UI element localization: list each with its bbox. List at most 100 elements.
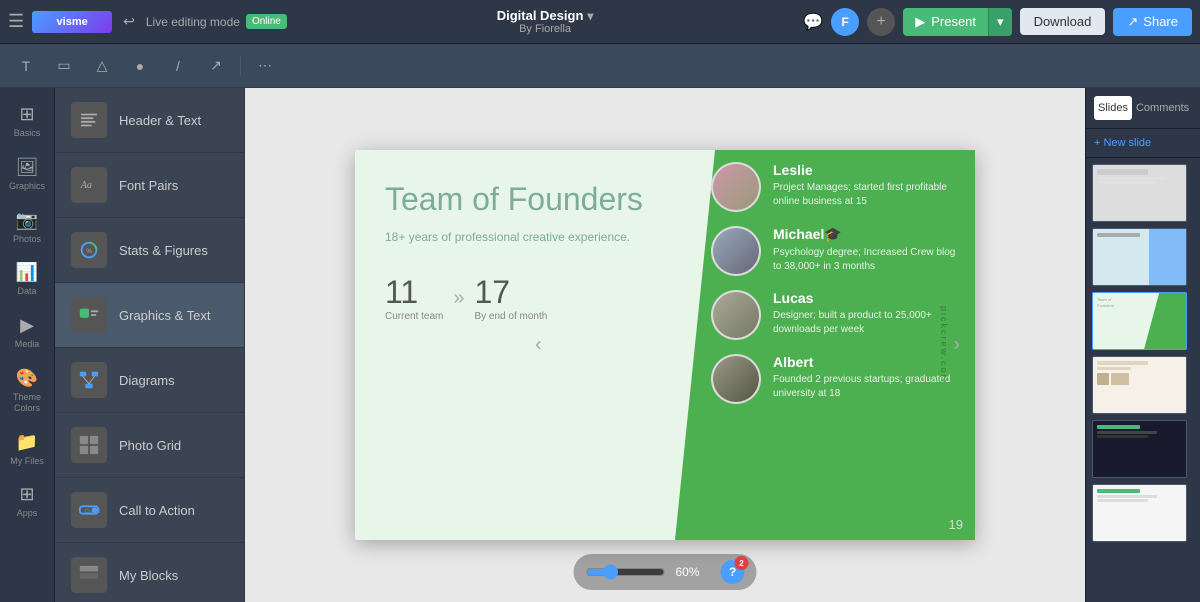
person-avatar-lucas (711, 290, 761, 340)
photo-grid-icon (71, 427, 107, 463)
menu-icon[interactable]: ☰ (8, 11, 24, 32)
toolbar-divider (240, 56, 241, 76)
person-row-michael: Michael🎓 Psychology degree; Increased Cr… (711, 226, 959, 276)
sidebar-item-theme-colors[interactable]: 🎨 Theme Colors (2, 360, 52, 422)
stat-1-label: Current team (385, 311, 443, 322)
person-avatar-albert (711, 354, 761, 404)
add-collaborator-button[interactable]: + (867, 8, 895, 36)
stats-figures-icon: % (71, 232, 107, 268)
panel-label-stats-figures: Stats & Figures (119, 243, 208, 258)
tab-slides[interactable]: Slides (1094, 96, 1132, 120)
avatar[interactable]: F (831, 8, 859, 36)
sidebar-item-apps[interactable]: ⊞ Apps (2, 476, 52, 527)
slide-thumb-img-20 (1092, 356, 1187, 414)
sidebar-item-basics[interactable]: ⊞ Basics (2, 96, 52, 147)
topbar-center: Digital Design ▾ By Fiorella (295, 8, 795, 35)
tab-comments[interactable]: Comments (1132, 96, 1193, 120)
slide-thumb-img-17 (1092, 164, 1187, 222)
editing-mode-indicator: Live editing mode Online (146, 14, 287, 29)
slide-thumb-18[interactable]: 18 (1092, 228, 1194, 286)
triangle-tool[interactable]: △ (88, 52, 116, 80)
panel-label-font-pairs: Font Pairs (119, 178, 178, 193)
prev-slide-arrow[interactable]: ‹ (535, 334, 542, 357)
panel-label-header-text: Header & Text (119, 113, 201, 128)
photos-icon: 📷 (16, 210, 38, 231)
more-tools-button[interactable]: ⋯ (251, 52, 279, 80)
project-subtitle: By Fiorella (519, 23, 571, 35)
slide-stats: 11 Current team » 17 By end of month (385, 274, 695, 322)
svg-text:%: % (86, 248, 92, 255)
stat-2: 17 By end of month (474, 274, 547, 322)
my-files-icon: 📁 (16, 432, 38, 453)
project-title[interactable]: Digital Design ▾ (497, 8, 594, 23)
slide-thumb-20[interactable]: 20 (1092, 356, 1194, 414)
slide-canvas[interactable]: Team of Founders 18+ years of profession… (355, 150, 975, 540)
arrow-tool[interactable]: ↗ (202, 52, 230, 80)
sidebar-item-graphics[interactable]: 🖼 Graphics (2, 149, 52, 200)
slide-thumb-17[interactable]: 17 (1092, 164, 1194, 222)
online-badge: Online (246, 14, 287, 29)
person-desc-lucas: Designer; built a product to 25,000+ dow… (773, 309, 959, 337)
slide-thumb-img-18 (1092, 228, 1187, 286)
share-button[interactable]: ↗ Share (1113, 8, 1192, 36)
line-tool[interactable]: / (164, 52, 192, 80)
sidebar-item-photos[interactable]: 📷 Photos (2, 202, 52, 253)
canvas-area[interactable]: ‹ Team of Founders 18+ years of professi… (245, 88, 1085, 602)
call-to-action-icon: CLICK (71, 492, 107, 528)
comment-icon[interactable]: 💬 (803, 12, 823, 32)
circle-tool[interactable]: ● (126, 52, 154, 80)
present-dropdown-arrow[interactable]: ▾ (988, 8, 1012, 36)
topbar-right: 💬 F + ▶ Present ▾ Download ↗ Share (803, 8, 1192, 36)
person-avatar-leslie (711, 162, 761, 212)
person-desc-albert: Founded 2 previous startups; graduated u… (773, 373, 959, 401)
slide-thumb-22[interactable]: 22 (1092, 484, 1194, 542)
sidebar-item-data[interactable]: 📊 Data (2, 254, 52, 305)
sidebar-item-my-files[interactable]: 📁 My Files (2, 424, 52, 475)
panel-item-font-pairs[interactable]: Aa Font Pairs (55, 153, 244, 218)
next-slide-arrow[interactable]: › (953, 334, 960, 357)
sidebar-item-media[interactable]: ▶ Media (2, 307, 52, 358)
panel-item-header-text[interactable]: Header & Text (55, 88, 244, 153)
media-icon: ▶ (20, 315, 34, 336)
toolbar: T ▭ △ ● / ↗ ⋯ (0, 44, 1200, 88)
undo-button[interactable]: ↩ (120, 10, 138, 33)
present-button[interactable]: ▶ Present ▾ (903, 8, 1011, 36)
person-desc-michael: Psychology degree; Increased Crew blog t… (773, 246, 959, 274)
person-row-lucas: Lucas Designer; built a product to 25,00… (711, 290, 959, 340)
panel-label-call-to-action: Call to Action (119, 503, 195, 518)
zoom-slider[interactable] (586, 564, 666, 580)
slide-thumb-img-21 (1092, 420, 1187, 478)
sidebar-label-data: Data (17, 286, 36, 297)
panel-item-call-to-action[interactable]: CLICK Call to Action (55, 478, 244, 543)
sidebar-label-media: Media (15, 339, 40, 350)
person-row-leslie: Leslie Project Manages; started first pr… (711, 162, 959, 212)
panel-label-graphics-text: Graphics & Text (119, 308, 211, 323)
slide-thumb-img-19: Team of Founders (1092, 292, 1187, 350)
panel-item-diagrams[interactable]: Diagrams (55, 348, 244, 413)
bottom-toolbar: 60% ? 2 (574, 554, 757, 590)
stat-1-number: 11 (385, 274, 443, 311)
help-button[interactable]: ? 2 (721, 560, 745, 584)
basics-icon: ⊞ (19, 104, 34, 125)
panel-item-stats-figures[interactable]: % Stats & Figures (55, 218, 244, 283)
panel-item-my-blocks[interactable]: My Blocks (55, 543, 244, 602)
sidebar-label-photos: Photos (13, 234, 41, 245)
slide-thumb-21[interactable]: 21 (1092, 420, 1194, 478)
panel-item-graphics-text[interactable]: Graphics & Text (55, 283, 244, 348)
new-slide-button[interactable]: + New slide (1086, 129, 1200, 158)
content-panel: Header & Text Aa Font Pairs % Stats & Fi… (55, 88, 245, 602)
rectangle-tool[interactable]: ▭ (50, 52, 78, 80)
data-icon: 📊 (16, 262, 38, 283)
sidebar-label-my-files: My Files (10, 456, 44, 467)
slide-thumb-img-22 (1092, 484, 1187, 542)
slide-thumb-19[interactable]: 19 Team of Founders (1092, 292, 1194, 350)
panel-label-diagrams: Diagrams (119, 373, 175, 388)
svg-text:Aa: Aa (80, 180, 92, 191)
graphics-icon: 🖼 (16, 157, 39, 178)
topbar-left: ☰ visme ↩ Live editing mode Online (8, 10, 287, 33)
person-name-lucas: Lucas (773, 290, 959, 306)
main-layout: ⊞ Basics 🖼 Graphics 📷 Photos 📊 Data ▶ Me… (0, 88, 1200, 602)
panel-item-photo-grid[interactable]: Photo Grid (55, 413, 244, 478)
download-button[interactable]: Download (1020, 8, 1106, 35)
text-tool[interactable]: T (12, 52, 40, 80)
